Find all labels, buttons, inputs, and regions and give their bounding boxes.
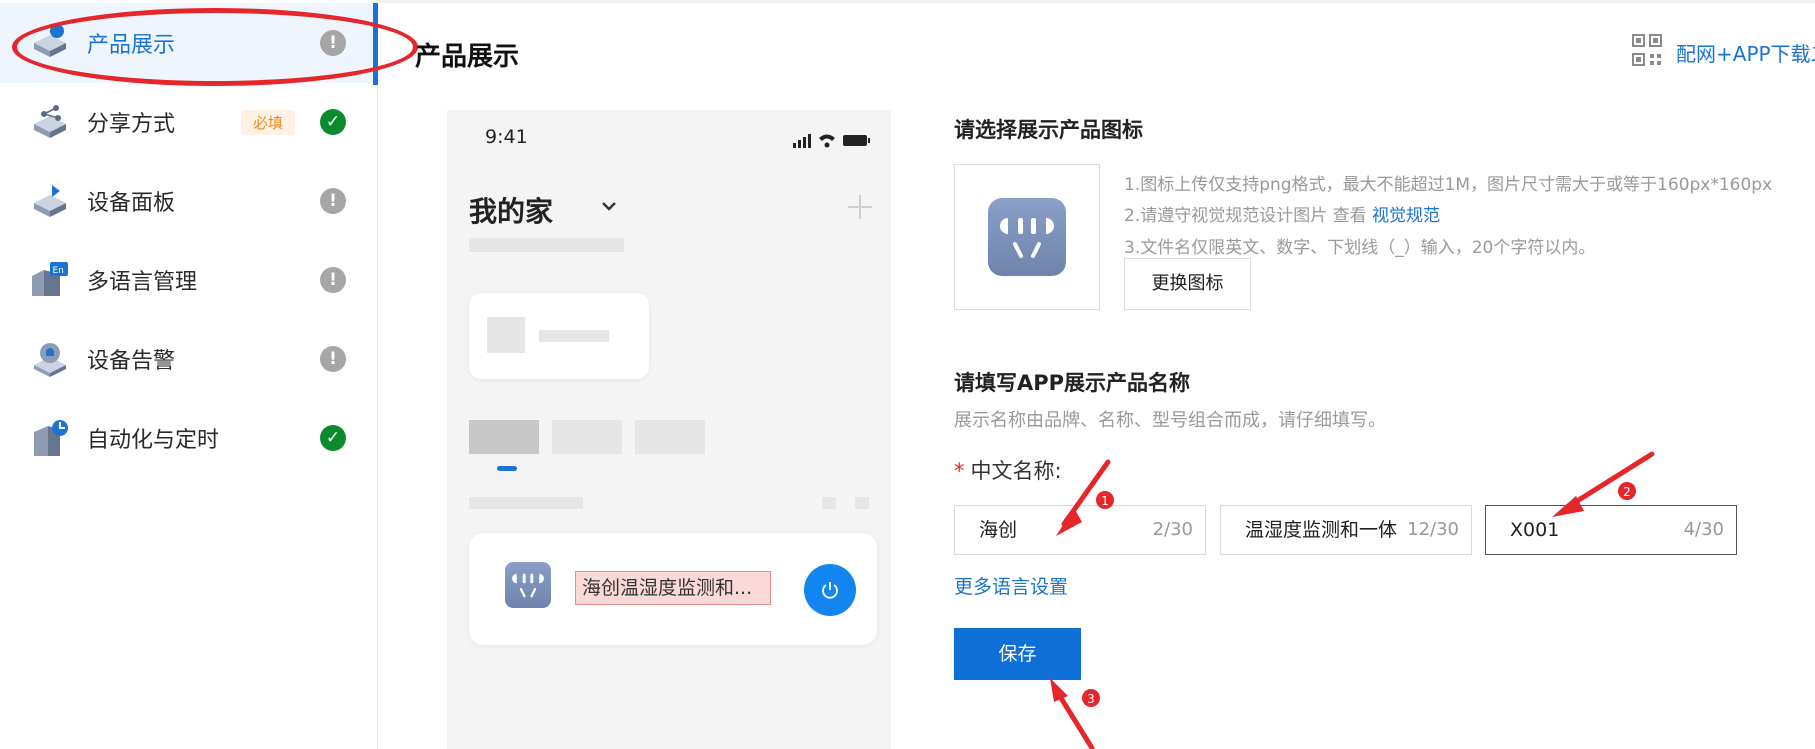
placeholder-square: [822, 497, 836, 509]
sidebar-item-label: 设备面板: [87, 191, 176, 216]
placeholder-thumb: [487, 317, 525, 353]
network-app-download-link[interactable]: 配网+APP下载二: [1676, 38, 1815, 67]
sidebar-item-device-panel[interactable]: 设备面板 !: [0, 161, 378, 241]
plus-icon: [848, 195, 872, 219]
phone-status-icons: [793, 134, 870, 148]
sidebar-item-multilanguage[interactable]: En 多语言管理 !: [0, 240, 378, 320]
phone-preview: 9:41 我的家 海创温湿度监测和...: [447, 110, 891, 749]
placeholder-line: [539, 330, 609, 342]
sidebar-item-label: 多语言管理: [87, 270, 198, 295]
annotation-marker-2: 2: [1623, 485, 1631, 499]
warning-status-icon: !: [320, 188, 346, 214]
placeholder-bar: [469, 238, 624, 252]
power-icon: [822, 582, 838, 599]
char-count: 4/30: [1683, 519, 1724, 540]
placeholder-tab: [469, 420, 539, 454]
icon-section-title: 请选择展示产品图标: [954, 118, 1143, 142]
power-button[interactable]: [804, 564, 856, 616]
warning-status-icon: !: [320, 267, 346, 293]
icon-hint-format: 1.图标上传仅支持png格式，最大不能超过1M，图片尺寸需大于或等于160px*…: [1124, 175, 1773, 195]
placeholder-tab: [552, 420, 622, 454]
brand-name-input[interactable]: 海创 2/30: [954, 505, 1206, 555]
more-language-settings-link[interactable]: 更多语言设置: [954, 572, 1068, 599]
product-icon-preview[interactable]: [954, 164, 1100, 310]
top-border: [378, 0, 1815, 3]
socket-icon: [988, 198, 1066, 276]
required-badge: 必填: [241, 109, 296, 135]
change-icon-button[interactable]: 更换图标: [1124, 258, 1251, 310]
annotation-ellipse: [12, 8, 418, 86]
socket-icon: [505, 562, 551, 608]
warning-status-icon: !: [320, 346, 346, 372]
icon-hint-guideline-text: 2.请遵守视觉规范设计图片 查看: [1124, 206, 1367, 226]
product-name-input[interactable]: 温湿度监测和一体 12/30: [1220, 505, 1472, 555]
input-value: 温湿度监测和一体: [1245, 519, 1398, 541]
sidebar: 产品展示 ! 分享方式 必填 ✓ 设备面板 ! En 多语言管理 ! 设备告警 …: [0, 0, 418, 749]
tab-indicator: [497, 466, 517, 471]
input-value: 海创: [979, 519, 1018, 541]
chevron-down-icon: [602, 202, 616, 211]
sidebar-item-device-alarm[interactable]: 设备告警 !: [0, 319, 378, 399]
model-name-input[interactable]: X001 4/30: [1485, 505, 1737, 555]
placeholder-bar: [469, 497, 583, 509]
visual-guideline-link[interactable]: 视觉规范: [1372, 206, 1440, 226]
device-panel-icon: [34, 185, 66, 217]
page-title: 产品展示: [415, 42, 520, 72]
app-root: 产品展示 ! 分享方式 必填 ✓ 设备面板 ! En 多语言管理 ! 设备告警 …: [0, 0, 1815, 749]
phone-home-title: 我的家: [469, 195, 554, 228]
phone-time: 9:41: [485, 126, 528, 148]
annotation-marker-3: 3: [1087, 692, 1095, 706]
icon-hint-guideline: 2.请遵守视觉规范设计图片 查看 视觉规范: [1124, 201, 1440, 226]
device-name-preview: 海创温湿度监测和...: [575, 571, 771, 605]
check-status-icon: ✓: [320, 109, 346, 135]
char-count: 2/30: [1152, 519, 1193, 540]
device-card: 海创温湿度监测和...: [469, 533, 877, 645]
placeholder-card: [469, 293, 649, 379]
save-button[interactable]: 保存: [954, 628, 1081, 680]
char-count: 12/30: [1407, 519, 1459, 540]
placeholder-tab: [635, 420, 705, 454]
multilanguage-icon: En: [32, 262, 68, 296]
input-value: X001: [1510, 519, 1560, 541]
name-section-title: 请填写APP展示产品名称: [954, 371, 1191, 395]
sidebar-item-label: 自动化与定时: [87, 428, 220, 453]
annotation-arrow-3: 3: [1050, 678, 1100, 749]
sidebar-item-label: 设备告警: [87, 349, 176, 374]
placeholder-square: [855, 497, 869, 509]
share-method-icon: [34, 105, 66, 138]
device-alarm-icon: [34, 343, 66, 377]
name-section-description: 展示名称由品牌、名称、型号组合而成，请仔细填写。: [954, 410, 1386, 431]
chinese-name-label-text: 中文名称:: [970, 459, 1062, 483]
check-status-icon: ✓: [320, 425, 346, 451]
chinese-name-label: * 中文名称:: [954, 455, 1062, 485]
required-star: *: [954, 459, 965, 483]
icon-hint-filename: 3.文件名仅限英文、数字、下划线（_）输入，20个字符以内。: [1124, 238, 1596, 258]
svg-text:En: En: [53, 266, 64, 276]
sidebar-item-automation[interactable]: 自动化与定时 ✓: [0, 398, 378, 478]
sidebar-item-label: 分享方式: [87, 112, 176, 137]
sidebar-item-share-method[interactable]: 分享方式 必填 ✓: [0, 82, 378, 162]
qr-code-icon[interactable]: [1632, 34, 1662, 66]
automation-timer-icon: [34, 420, 68, 456]
